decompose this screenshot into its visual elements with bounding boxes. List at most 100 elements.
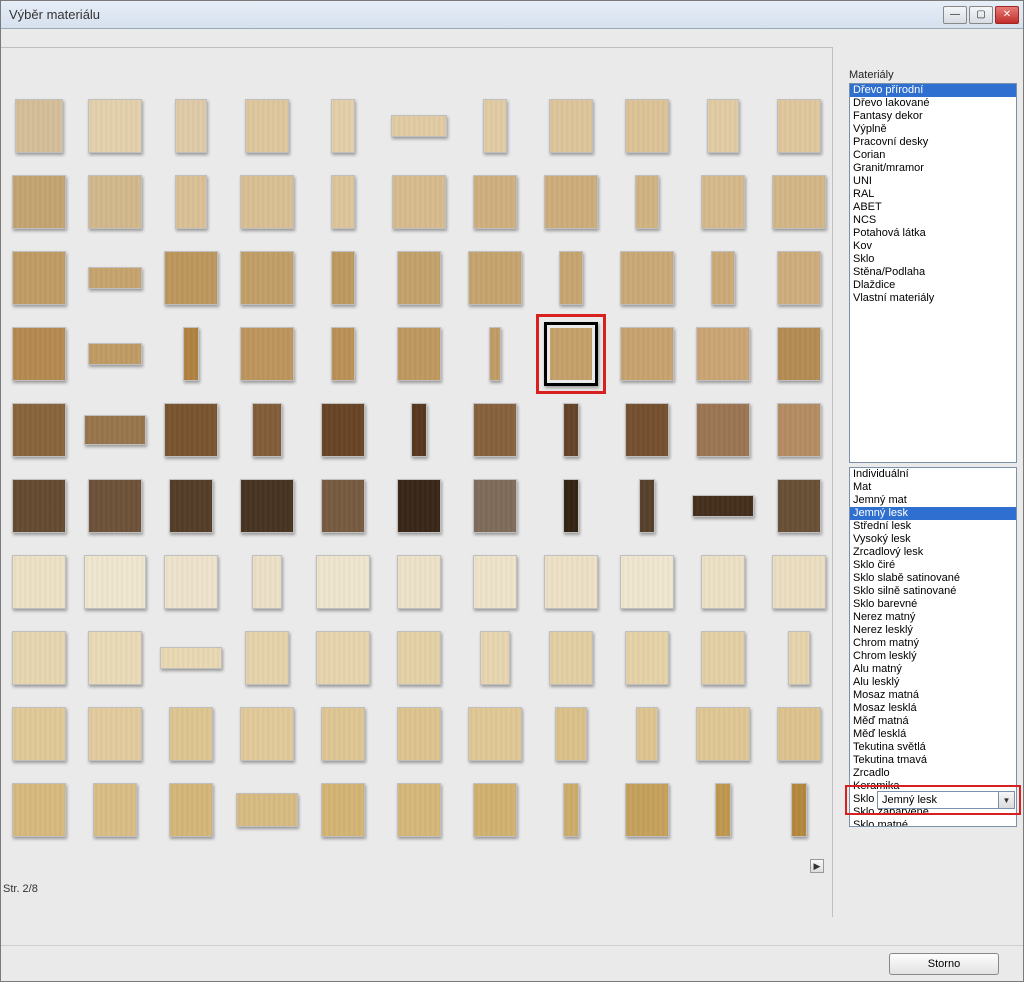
material-swatch[interactable] [383,316,455,392]
material-swatch[interactable] [79,164,151,240]
material-swatch[interactable] [763,772,835,848]
material-swatch[interactable] [459,544,531,620]
material-swatch[interactable] [307,240,379,316]
material-swatch[interactable] [459,88,531,164]
finish-listbox[interactable]: IndividuálníMatJemný matJemný leskStředn… [849,467,1017,827]
material-swatch[interactable] [611,316,683,392]
maximize-icon[interactable]: ▢ [969,6,993,24]
material-swatch[interactable] [611,696,683,772]
material-swatch[interactable] [3,164,75,240]
material-swatch[interactable] [307,772,379,848]
minimize-icon[interactable]: — [943,6,967,24]
finish-item[interactable]: Vysoký lesk [850,533,1016,546]
close-icon[interactable]: ✕ [995,6,1019,24]
material-swatch[interactable] [763,468,835,544]
category-item[interactable]: Fantasy dekor [850,110,1016,123]
material-swatch[interactable] [155,392,227,468]
material-swatch[interactable] [687,544,759,620]
material-swatch[interactable] [763,240,835,316]
material-swatch[interactable] [611,88,683,164]
finish-item[interactable]: Střední lesk [850,520,1016,533]
category-item[interactable]: Granit/mramor [850,162,1016,175]
material-swatch[interactable] [611,240,683,316]
material-swatch[interactable] [687,88,759,164]
material-swatch[interactable] [3,544,75,620]
material-swatch[interactable] [459,696,531,772]
material-swatch[interactable] [231,240,303,316]
category-item[interactable]: Dlaždice [850,279,1016,292]
material-swatch[interactable] [611,620,683,696]
material-swatch[interactable] [79,468,151,544]
material-swatch[interactable] [535,696,607,772]
material-swatch[interactable] [307,544,379,620]
material-swatch[interactable] [307,468,379,544]
material-swatch[interactable] [3,468,75,544]
category-item[interactable]: Corian [850,149,1016,162]
material-swatch[interactable] [687,772,759,848]
material-swatch[interactable] [459,468,531,544]
finish-item[interactable]: Mat [850,481,1016,494]
material-swatch[interactable] [459,240,531,316]
material-swatch[interactable] [155,240,227,316]
material-swatch[interactable] [307,696,379,772]
material-swatch[interactable] [763,620,835,696]
material-swatch[interactable] [687,620,759,696]
material-swatch[interactable] [79,772,151,848]
material-swatch[interactable] [763,164,835,240]
material-swatch[interactable] [383,772,455,848]
material-swatch[interactable] [459,772,531,848]
category-item[interactable]: Výplně [850,123,1016,136]
finish-item[interactable]: Chrom lesklý [850,650,1016,663]
finish-item[interactable]: Sklo slabě satinované [850,572,1016,585]
finish-item[interactable]: Mosaz matná [850,689,1016,702]
material-swatch[interactable] [3,620,75,696]
material-swatch[interactable] [535,544,607,620]
finish-item[interactable]: Tekutina tmavá [850,754,1016,767]
category-item[interactable]: RAL [850,188,1016,201]
finish-item[interactable]: Chrom matný [850,637,1016,650]
material-swatch[interactable] [763,544,835,620]
finish-item[interactable]: Jemný lesk [850,507,1016,520]
finish-item[interactable]: Měď lesklá [850,728,1016,741]
material-swatch[interactable] [155,468,227,544]
material-swatch[interactable] [383,696,455,772]
material-swatch[interactable] [383,88,455,164]
material-swatch[interactable] [3,88,75,164]
finish-item[interactable]: Sklo barevné [850,598,1016,611]
material-swatch[interactable] [459,620,531,696]
material-swatch[interactable] [79,620,151,696]
material-swatch[interactable] [155,772,227,848]
material-swatch[interactable] [535,468,607,544]
material-swatch[interactable] [383,620,455,696]
material-swatch[interactable] [763,316,835,392]
category-item[interactable]: Potahová látka [850,227,1016,240]
material-swatch[interactable] [231,468,303,544]
category-item[interactable]: NCS [850,214,1016,227]
material-swatch[interactable] [611,544,683,620]
material-swatch[interactable] [231,88,303,164]
category-item[interactable]: Vlastní materiály [850,292,1016,305]
material-swatch[interactable] [155,316,227,392]
material-swatch[interactable] [231,620,303,696]
material-swatch[interactable] [383,240,455,316]
material-swatch[interactable] [535,620,607,696]
material-swatch[interactable] [687,240,759,316]
material-swatch[interactable] [155,88,227,164]
material-swatch[interactable] [307,88,379,164]
finish-item[interactable]: Zrcadlo [850,767,1016,780]
material-swatch[interactable] [155,620,227,696]
category-item[interactable]: Stěna/Podlaha [850,266,1016,279]
material-swatch[interactable] [231,544,303,620]
material-swatch[interactable] [79,544,151,620]
material-swatch[interactable] [3,240,75,316]
material-swatch[interactable] [611,392,683,468]
material-swatch[interactable] [687,164,759,240]
category-item[interactable]: ABET [850,201,1016,214]
material-swatch[interactable] [459,164,531,240]
material-swatch[interactable] [611,772,683,848]
material-swatch[interactable] [307,316,379,392]
material-swatch[interactable] [155,696,227,772]
material-swatch[interactable] [383,392,455,468]
material-swatch[interactable] [763,88,835,164]
material-swatch[interactable] [383,468,455,544]
